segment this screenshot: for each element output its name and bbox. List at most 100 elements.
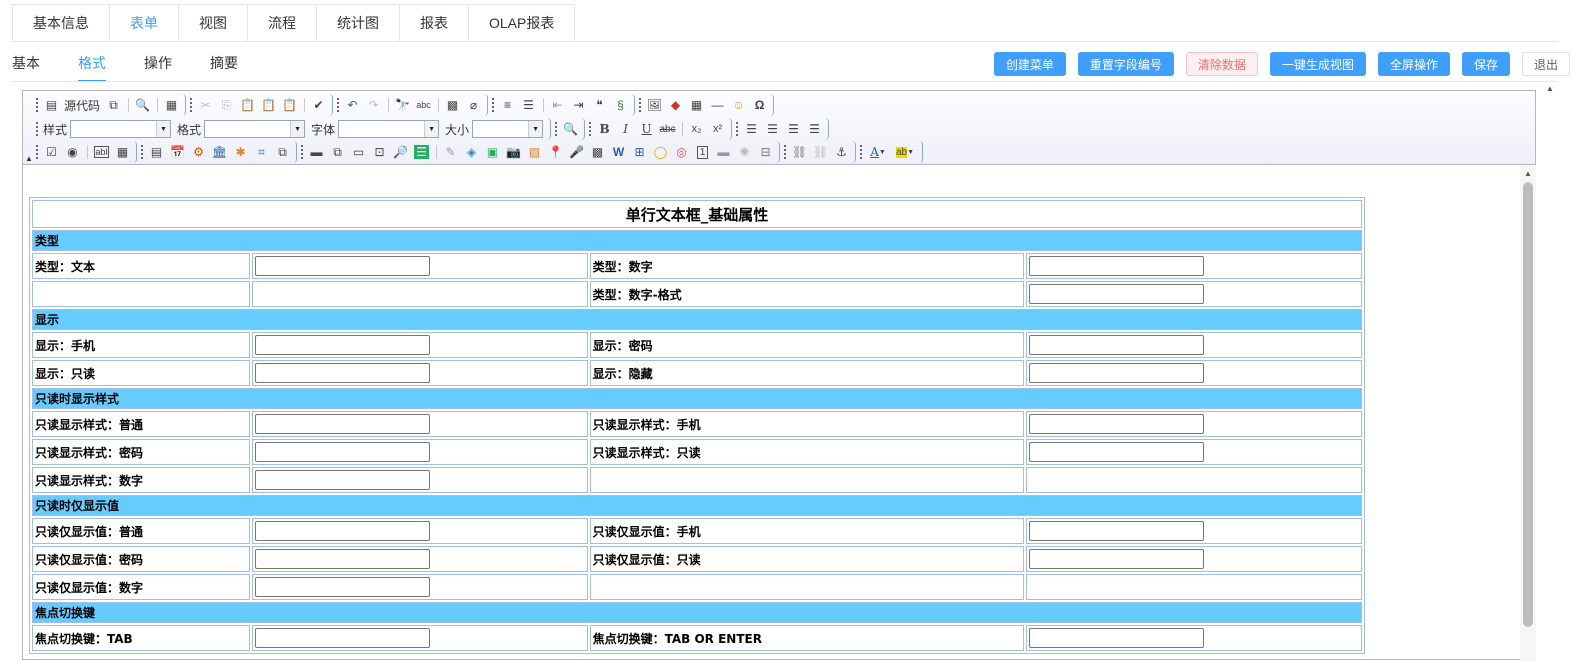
text-input[interactable] xyxy=(1029,549,1205,569)
text-input[interactable] xyxy=(1029,256,1205,276)
text-input[interactable] xyxy=(1029,335,1205,355)
cut-icon[interactable]: ✂ xyxy=(195,95,216,115)
tab-flow[interactable]: 流程 xyxy=(248,5,317,42)
style-select[interactable]: ▼ xyxy=(70,120,172,138)
bulleted-list-icon[interactable]: ☰ xyxy=(518,95,539,115)
scrollbar-thumb[interactable] xyxy=(1523,182,1533,627)
copy-icon[interactable]: ⎘ xyxy=(216,95,237,115)
text-input[interactable] xyxy=(254,549,430,569)
select-all-icon[interactable]: ▩ xyxy=(442,95,463,115)
source-code-label[interactable]: 源代码 xyxy=(64,97,100,114)
text-input[interactable] xyxy=(1029,363,1205,383)
user-select-icon[interactable]: ⚙ xyxy=(188,142,209,162)
link-icon[interactable]: ⛓ xyxy=(789,142,810,162)
list-green-icon[interactable]: ☰ xyxy=(411,142,432,162)
radio-icon[interactable]: ◉ xyxy=(62,142,83,162)
indent-icon[interactable]: ⇥ xyxy=(568,95,589,115)
replace-icon[interactable]: abc xyxy=(413,95,434,115)
redo-icon[interactable]: ↷ xyxy=(363,95,384,115)
font-select[interactable]: ▼ xyxy=(338,120,440,138)
loading-icon[interactable]: ✺ xyxy=(734,142,755,162)
text-input[interactable] xyxy=(254,628,430,648)
spellcheck-icon[interactable]: ✔ xyxy=(308,95,329,115)
subtab-basic[interactable]: 基本 xyxy=(12,44,40,82)
unlink-icon[interactable]: ⛓ xyxy=(810,142,831,162)
clear-data-button[interactable]: 清除数据 xyxy=(1185,52,1258,76)
text-input[interactable] xyxy=(254,442,430,462)
template-icon[interactable]: ⧉ xyxy=(103,95,124,115)
paste-text-icon[interactable]: 📋 xyxy=(258,95,279,115)
text-input[interactable] xyxy=(254,256,430,276)
list-control-icon[interactable]: ▤ xyxy=(146,142,167,162)
text-input[interactable] xyxy=(1029,284,1205,304)
smiley-icon[interactable]: ☺ xyxy=(728,95,749,115)
microphone-icon[interactable]: 🎤 xyxy=(566,142,587,162)
superscript-icon[interactable]: x² xyxy=(707,119,728,139)
align-left-icon[interactable]: ☰ xyxy=(741,119,762,139)
background-color-icon[interactable]: ab ▼ xyxy=(891,142,919,162)
subtab-summary[interactable]: 摘要 xyxy=(210,44,238,82)
align-center-icon[interactable]: ☰ xyxy=(762,119,783,139)
qrcode-icon[interactable]: ▩ xyxy=(587,142,608,162)
color-wheel-icon[interactable]: ◯ xyxy=(650,142,671,162)
query-icon[interactable]: 🔎 xyxy=(390,142,411,162)
subscript-icon[interactable]: x₂ xyxy=(686,119,707,139)
text-input[interactable] xyxy=(1029,628,1205,648)
save-button[interactable]: 保存 xyxy=(1461,52,1510,76)
create-menu-button[interactable]: 创建菜单 xyxy=(993,52,1066,76)
tab-view[interactable]: 视图 xyxy=(179,5,248,42)
subtab-operation[interactable]: 操作 xyxy=(144,44,172,82)
textfield-icon[interactable]: abl xyxy=(91,142,112,162)
tab-olap-report[interactable]: OLAP报表 xyxy=(469,5,576,42)
window-icon[interactable]: ⧉ xyxy=(272,142,293,162)
camera-icon[interactable]: 📷 xyxy=(503,142,524,162)
remove-format-icon[interactable]: ⌀ xyxy=(463,95,484,115)
italic-icon[interactable]: I xyxy=(615,119,636,139)
editor-scrollbar[interactable]: ▲ xyxy=(1520,165,1536,661)
text-input[interactable] xyxy=(1029,521,1205,541)
horizontal-rule-icon[interactable]: ― xyxy=(707,95,728,115)
map-icon[interactable]: 📍 xyxy=(545,142,566,162)
tab-chart[interactable]: 统计图 xyxy=(317,5,400,42)
create-div-icon[interactable]: § xyxy=(610,95,631,115)
tree-icon[interactable]: ⌗ xyxy=(251,142,272,162)
templates-icon[interactable]: ▦ xyxy=(161,95,182,115)
paste-word-icon[interactable]: 📋 xyxy=(279,95,300,115)
text-input[interactable] xyxy=(254,470,430,490)
special-char-icon[interactable]: Ω xyxy=(749,95,770,115)
numbered-list-icon[interactable]: ≡ xyxy=(497,95,518,115)
underline-icon[interactable]: U xyxy=(636,119,657,139)
layers-icon[interactable]: ◈ xyxy=(461,142,482,162)
source-code-icon[interactable]: ▤ xyxy=(41,95,62,115)
flash-icon[interactable]: ◆ xyxy=(665,95,686,115)
grid-icon[interactable]: ▦ xyxy=(112,142,133,162)
exit-button[interactable]: 退出 xyxy=(1521,52,1570,76)
paste-icon[interactable]: 📋 xyxy=(237,95,258,115)
number-icon[interactable]: 1 xyxy=(692,142,713,162)
blockquote-icon[interactable]: ❝ xyxy=(589,95,610,115)
bold-icon[interactable]: B xyxy=(594,119,615,139)
anchor-icon[interactable]: ⚓ xyxy=(831,142,852,162)
toolbar-collapse-icon[interactable]: ▲ xyxy=(25,154,33,163)
fullscreen-button[interactable]: 全屏操作 xyxy=(1377,52,1450,76)
checkbox-icon[interactable]: ☑ xyxy=(41,142,62,162)
calendar-icon[interactable]: 📅 xyxy=(167,142,188,162)
image-icon[interactable]: 🖼 xyxy=(644,95,665,115)
signature-icon[interactable]: ✎ xyxy=(440,142,461,162)
text-input[interactable] xyxy=(254,577,430,597)
size-select[interactable]: ▼ xyxy=(472,120,544,138)
text-input[interactable] xyxy=(1029,414,1205,434)
align-right-icon[interactable]: ☰ xyxy=(783,119,804,139)
undo-icon[interactable]: ↶ xyxy=(342,95,363,115)
subtab-format[interactable]: 格式 xyxy=(78,44,106,82)
outdent-icon[interactable]: ⇤ xyxy=(547,95,568,115)
align-justify-icon[interactable]: ☰ xyxy=(804,119,825,139)
code-icon[interactable]: ⊡ xyxy=(369,142,390,162)
text-input[interactable] xyxy=(254,414,430,434)
media-icon[interactable]: ▧ xyxy=(524,142,545,162)
tab-report[interactable]: 报表 xyxy=(400,5,469,42)
office-icon[interactable]: ⊞ xyxy=(629,142,650,162)
divider-icon[interactable]: ▬ xyxy=(713,142,734,162)
table-icon[interactable]: ▦ xyxy=(686,95,707,115)
frame-icon[interactable]: ▭ xyxy=(348,142,369,162)
